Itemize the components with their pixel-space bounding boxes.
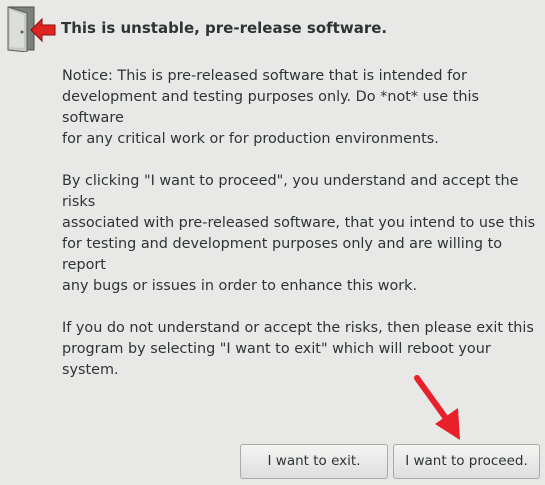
dialog-title: This is unstable, pre-release software. [61,19,388,37]
proceed-button[interactable]: I want to proceed. [393,444,540,479]
consent-paragraph: By clicking "I want to proceed", you und… [62,173,536,294]
dialog-header: This is unstable, pre-release software. [0,0,545,56]
exit-door-icon [5,6,57,53]
dialog-message: Notice: This is pre-released software th… [62,66,542,402]
red-arrow-annotation-icon [408,372,470,444]
notice-paragraph: Notice: This is pre-released software th… [62,68,479,147]
exit-button[interactable]: I want to exit. [240,444,388,479]
prerelease-warning-dialog: This is unstable, pre-release software. … [0,0,545,485]
exit-instructions-paragraph: If you do not understand or accept the r… [62,320,534,378]
